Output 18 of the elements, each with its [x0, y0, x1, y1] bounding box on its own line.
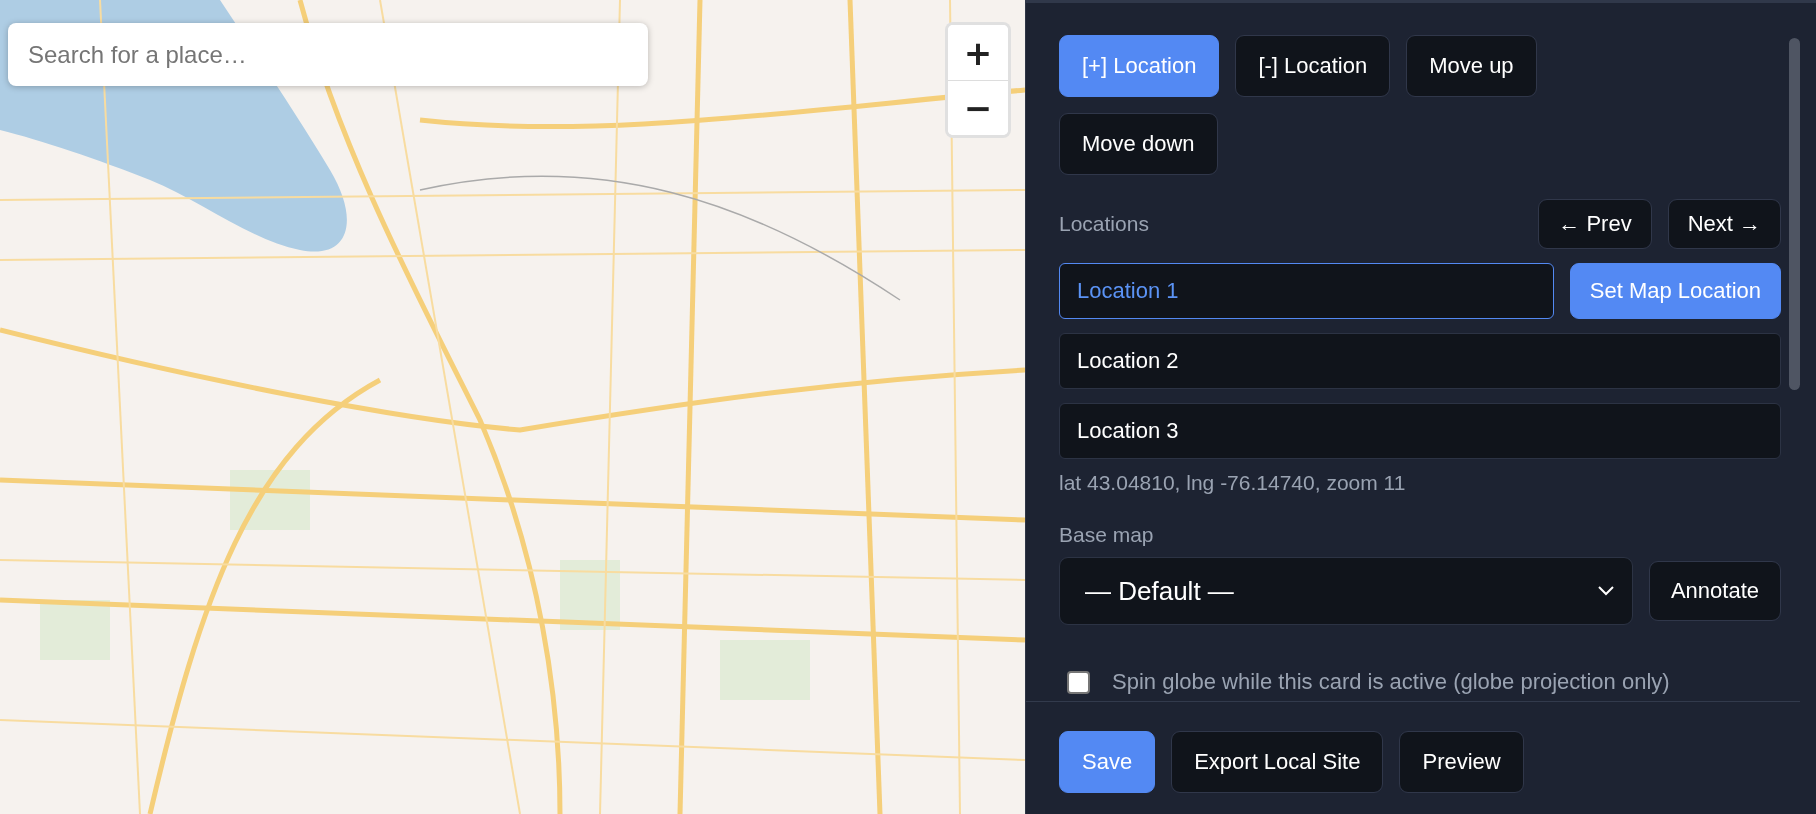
annotate-button[interactable]: Annotate [1648, 561, 1781, 621]
location-field[interactable]: Location 3 [1059, 403, 1781, 459]
zoom-out-button[interactable]: − [948, 80, 1008, 135]
prev-button[interactable]: ← Prev [1538, 199, 1652, 249]
preview-button[interactable]: Preview [1399, 731, 1524, 793]
move-down-button[interactable]: Move down [1059, 113, 1218, 175]
base-map-select[interactable]: — Default — [1059, 557, 1633, 625]
search-field[interactable]: Search for a place… [8, 23, 648, 86]
location-field[interactable]: Location 1 [1059, 263, 1554, 319]
base-map-label: Base map [1059, 523, 1155, 547]
coordinates-text: lat 43.04810, lng -76.14740, zoom 11 [1059, 471, 1407, 495]
move-up-button[interactable]: Move up [1406, 35, 1537, 97]
export-button[interactable]: Export Local Site [1171, 731, 1384, 793]
spin-globe-label: Spin globe while this card is active (globe projection only) [1112, 669, 1670, 695]
locations-label: Locations [1059, 212, 1149, 236]
next-button[interactable]: Next → [1667, 199, 1781, 249]
remove-location-button[interactable]: [-] Location [1235, 35, 1391, 97]
location-field[interactable]: Location 2 [1059, 333, 1781, 389]
